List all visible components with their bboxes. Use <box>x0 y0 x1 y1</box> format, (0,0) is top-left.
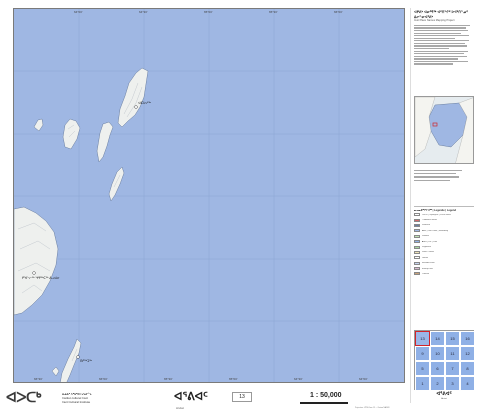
index-cell-15[interactable]: 15 <box>445 331 460 346</box>
legend-swatch <box>414 213 420 217</box>
legend-swatch <box>414 223 420 227</box>
tick-top-4: 65°30' <box>269 10 278 14</box>
legend-swatch <box>414 250 420 254</box>
legend-item: Contour <box>414 271 474 276</box>
legend-label: Traditional routes <box>422 219 438 222</box>
legend-swatch <box>414 272 420 276</box>
index-title: ᐊᕐᕕᐊᑦ <box>436 391 452 397</box>
scale-bar <box>300 402 348 404</box>
island-bottom <box>60 338 82 382</box>
index-cell-11[interactable]: 11 <box>445 346 460 361</box>
organization-logo: ᐊᐳᑕᒃ <box>6 389 41 405</box>
org-line-3: Inuit Cultural Institute <box>62 400 91 404</box>
map-grid <box>14 9 404 382</box>
label-island-north: ᐊᑕᐅᓯᖅ <box>138 100 151 105</box>
tick-bottom-2: 66°00' <box>99 377 108 381</box>
legend-swatch <box>414 240 420 244</box>
legend-swatch <box>414 267 420 271</box>
legend-label: ᓇᔪᖅ | Lac | Lake <box>422 240 438 243</box>
index-cell-1[interactable]: 1 <box>415 376 430 391</box>
sheet-index-grid: 13 14 15 16 9 10 11 12 5 6 7 8 1 2 3 4 <box>414 330 475 391</box>
inset-location-map <box>414 96 474 164</box>
label-mainland: ᑭᖑᓪᓕᖅ ᕿᑭᖅᑕᖅ ᐃᓗᐊᓂ <box>22 275 60 280</box>
index-cell-7[interactable]: 7 <box>445 361 460 376</box>
index-cell-4[interactable]: 4 <box>460 376 475 391</box>
main-island-north <box>117 67 149 128</box>
index-subtitle: Arviat <box>441 398 447 400</box>
legend-label: ᐃᒪᖅ | Plan d'eau | Waterbody <box>422 229 449 232</box>
tick-top-3: 65°00' <box>204 10 213 14</box>
map-scale: 1 : 50,000 <box>310 392 342 399</box>
sheet-number: 13 <box>232 392 252 402</box>
index-cell-12[interactable]: 12 <box>460 346 475 361</box>
panel-body-text <box>411 22 476 67</box>
legend-label: Contour <box>422 272 430 275</box>
islet-bottom-2 <box>51 366 60 377</box>
tick-top-1: 64°00' <box>74 10 83 14</box>
tick-bottom-3: 65°30' <box>164 377 173 381</box>
index-cell-10[interactable]: 10 <box>430 346 445 361</box>
footer-notes: Projection: UTM Zone 15 — Datum NAD83 <box>355 407 390 409</box>
tick-top-5: 66°00' <box>334 10 343 14</box>
sheet-name-latin: Arviat <box>176 406 184 410</box>
bottom-bar: ᐊᐳᑕᒃ ᐃᓄᐃᑦ ᐱᖃᑦᑕᐅᓯᒪᓂᖓ Institut culturel In… <box>0 384 408 414</box>
map-frame[interactable]: ᐊᑕᐅᓯᖅ ᑭᖑᓪᓕᖅ ᕿᑭᖅᑕᖅ ᐃᓗᐊᓂ ᑎᑭᖅᑐᖅ 64°00' 64°3… <box>13 8 405 383</box>
index-cell-9[interactable]: 9 <box>415 346 430 361</box>
legend-swatch <box>414 256 420 260</box>
label-island-bottom: ᑎᑭᖅᑐᖅ <box>80 359 92 363</box>
sheet-name: ᐊᕐᕕᐊᑦ <box>174 391 208 403</box>
index-cell-8[interactable]: 8 <box>460 361 475 376</box>
index-cell-3[interactable]: 3 <box>445 376 460 391</box>
index-cell-14[interactable]: 14 <box>430 331 445 346</box>
index-cell-13[interactable]: 13 <box>415 331 430 346</box>
index-cell-6[interactable]: 6 <box>430 361 445 376</box>
legend-list: ᐊᑦᑎᖅ | Toponyme | Place Name Traditional … <box>414 212 474 277</box>
island-small-west <box>33 118 44 132</box>
legend-box: ᓇᓗᓇᐃᖅᓯᒋᐊᖅ | Legende | Legend ᐊᑦᑎᖅ | Topo… <box>414 206 474 306</box>
legend-label: Wetland <box>422 235 430 238</box>
legend-label: ᐊᑦᑎᖅ | Toponyme | Place Name <box>422 213 451 216</box>
inset-map-graphic <box>415 97 473 163</box>
legend-swatch <box>414 229 420 233</box>
index-cell-5[interactable]: 5 <box>415 361 430 376</box>
legend-swatch <box>414 218 420 222</box>
contact-info <box>414 168 474 183</box>
legend-label: Sand / Gravel <box>422 251 435 254</box>
tick-bottom-4: 65°00' <box>229 377 238 381</box>
tick-top-2: 64°30' <box>139 10 148 14</box>
legend-label: Built-up area <box>422 267 434 270</box>
topographic-map[interactable]: ᐊᑕᐅᓯᖅ ᑭᖑᓪᓕᖅ ᕿᑭᖅᑕᖅ ᐃᓗᐊᓂ ᑎᑭᖅᑐᖅ <box>14 9 405 383</box>
index-cell-2[interactable]: 2 <box>430 376 445 391</box>
legend-label: Intertidal zone <box>422 262 435 265</box>
legend-label: Glacier <box>422 256 429 259</box>
tick-bottom-6: 64°00' <box>359 377 368 381</box>
tick-bottom-5: 64°30' <box>294 377 303 381</box>
mainland-west <box>14 206 59 316</box>
legend-label: Shoreline <box>422 224 431 227</box>
tick-bottom-1: 66°30' <box>34 377 43 381</box>
organization-name: ᐃᓄᐃᑦ ᐱᖃᑦᑕᐅᓯᒪᓂᖓ Institut culturel Inuit I… <box>62 392 92 404</box>
legend-label: Vegetation <box>422 246 432 249</box>
index-cell-16[interactable]: 16 <box>460 331 475 346</box>
island-mid <box>96 121 114 163</box>
legend-swatch <box>414 261 420 265</box>
legend-swatch <box>414 245 420 249</box>
panel-title: ᐊᑭᕕᒃ ᐊᓂᕐᕋᖅ ᐊᑦᑎᖏᑦ ᐅᕙᑦᑎᓐᓄᑦ ᐃᓕᓐᓂᐊᕐᕕᒃ <box>414 10 468 19</box>
island-central-west <box>62 118 81 150</box>
legend-swatch <box>414 234 420 238</box>
